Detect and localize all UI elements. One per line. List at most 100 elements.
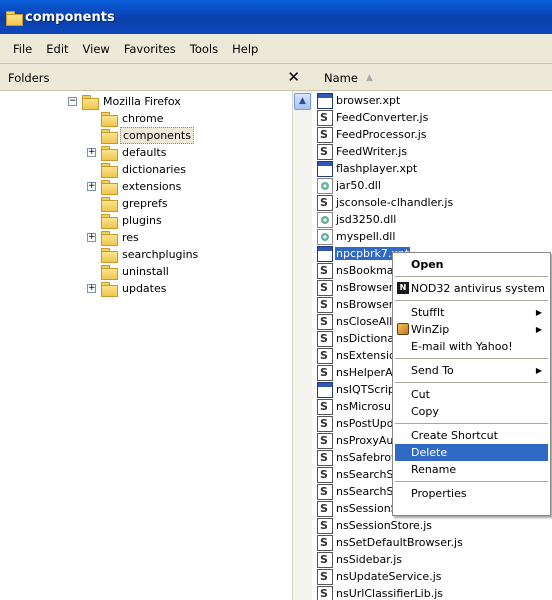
tree-item[interactable]: − Mozilla Firefox (68, 93, 183, 110)
menu-item-label: NOD32 antivirus system (411, 282, 545, 295)
script-icon (317, 262, 333, 279)
tree-item[interactable]: uninstall (101, 263, 171, 280)
file-row[interactable]: nsExtension (317, 347, 404, 364)
winzip-icon (397, 323, 409, 335)
menu-item-label: Send To (411, 364, 454, 377)
file-row[interactable]: nsSafebrow (317, 449, 401, 466)
file-row[interactable]: FeedConverter.js (317, 109, 429, 126)
tree-item[interactable]: + extensions (87, 178, 183, 195)
scroll-up-icon[interactable]: ▲ (294, 93, 311, 110)
file-row[interactable]: nsProxyAut (317, 432, 399, 449)
menu-item-label: Rename (411, 463, 457, 476)
file-row[interactable]: nsBrowserG (317, 296, 403, 313)
expand-icon[interactable]: + (87, 148, 96, 157)
script-icon (317, 109, 333, 126)
script-icon (317, 449, 333, 466)
menu-item-nod32-antivirus-system[interactable]: N NOD32 antivirus system (395, 280, 548, 297)
tree-scrollbar[interactable]: ▲ (292, 91, 312, 600)
file-row[interactable]: nsUpdateService.js (317, 568, 442, 585)
file-row[interactable]: jsd3250.dll (317, 211, 397, 228)
menu-view[interactable]: View (76, 42, 117, 56)
file-row[interactable]: nsUrlClassifierLib.js (317, 585, 444, 600)
tree-item[interactable]: components (101, 127, 194, 144)
file-row[interactable]: FeedProcessor.js (317, 126, 428, 143)
menu-item-stuffit[interactable]: StuffIt ▶ (395, 304, 548, 321)
script-icon (317, 398, 333, 415)
menu-favorites[interactable]: Favorites (117, 42, 183, 56)
file-row[interactable]: flashplayer.xpt (317, 160, 418, 177)
menu-item-send-to[interactable]: Send To ▶ (395, 362, 548, 379)
tree-item-label: plugins (122, 214, 162, 227)
menu-item-winzip[interactable]: WinZip ▶ (395, 321, 548, 338)
title-bar[interactable]: components (0, 0, 552, 34)
tree-item[interactable]: + res (87, 229, 141, 246)
tree-item[interactable]: + updates (87, 280, 169, 297)
file-row[interactable]: jar50.dll (317, 177, 382, 194)
expand-icon[interactable]: + (87, 284, 96, 293)
folder-icon (6, 10, 23, 26)
file-row[interactable]: jsconsole-clhandler.js (317, 194, 454, 211)
expand-icon[interactable]: + (87, 182, 96, 191)
folder-icon (101, 265, 118, 280)
menu-item-delete[interactable]: Delete (395, 444, 548, 461)
menu-file[interactable]: File (6, 42, 39, 56)
tree-item-label: uninstall (122, 265, 169, 278)
file-row[interactable]: nsSearchSe (317, 466, 401, 483)
file-row[interactable]: nsSidebar.js (317, 551, 403, 568)
file-row[interactable]: nsSessionStore.js (317, 517, 433, 534)
file-row[interactable]: nsMicrosum (317, 398, 403, 415)
menu-item-label: Open (411, 258, 444, 271)
script-icon (317, 534, 333, 551)
file-row[interactable]: nsSetDefaultBrowser.js (317, 534, 464, 551)
menu-tools[interactable]: Tools (183, 42, 225, 56)
expand-icon[interactable]: + (87, 233, 96, 242)
menu-item-properties[interactable]: Properties (395, 485, 548, 502)
menu-item-label: WinZip (411, 323, 450, 336)
folder-icon (101, 231, 118, 246)
script-icon (317, 500, 333, 517)
menu-bar: File Edit View Favorites Tools Help (0, 34, 552, 64)
file-row[interactable]: nsSessionSt (317, 500, 403, 517)
file-name: nsUpdateService.js (336, 570, 442, 583)
close-folders-icon[interactable]: ✕ (287, 68, 300, 86)
tree-item[interactable]: chrome (101, 110, 166, 127)
file-row[interactable]: FeedWriter.js (317, 143, 408, 160)
file-row[interactable]: nsBrowserC (317, 279, 402, 296)
script-icon (317, 347, 333, 364)
script-icon (317, 279, 333, 296)
menu-item-rename[interactable]: Rename (395, 461, 548, 478)
tree-item[interactable]: dictionaries (101, 161, 188, 178)
script-icon (317, 568, 333, 585)
window-icon (317, 381, 333, 398)
file-row[interactable]: myspell.dll (317, 228, 396, 245)
file-name: jsd3250.dll (336, 213, 397, 226)
script-icon (317, 194, 333, 211)
gear-icon (317, 228, 333, 245)
file-row[interactable]: nsSearchSu (317, 483, 401, 500)
menu-item-cut[interactable]: Cut (395, 386, 548, 403)
file-name: browser.xpt (336, 94, 401, 107)
file-row[interactable]: nsIQTScript (317, 381, 400, 398)
name-column-header[interactable]: Name ▲ (312, 65, 552, 91)
menu-item-e-mail-with-yahoo[interactable]: E-mail with Yahoo! (395, 338, 548, 355)
folder-icon (82, 95, 99, 110)
menu-item-open[interactable]: Open (395, 256, 548, 273)
tree-item[interactable]: greprefs (101, 195, 170, 212)
collapse-icon[interactable]: − (68, 97, 77, 106)
tree-item[interactable]: + defaults (87, 144, 168, 161)
file-row[interactable]: nsPostUpda (317, 415, 401, 432)
file-row[interactable]: browser.xpt (317, 92, 401, 109)
menu-edit[interactable]: Edit (39, 42, 75, 56)
folder-icon (101, 129, 118, 144)
file-name: nsSidebar.js (336, 553, 403, 566)
tree-item[interactable]: searchplugins (101, 246, 200, 263)
menu-item-copy[interactable]: Copy (395, 403, 548, 420)
folder-icon (101, 180, 118, 195)
script-icon (317, 126, 333, 143)
file-name: FeedConverter.js (336, 111, 429, 124)
tree-item[interactable]: plugins (101, 212, 164, 229)
gear-icon (317, 177, 333, 194)
menu-help[interactable]: Help (225, 42, 265, 56)
folder-icon (101, 163, 118, 178)
menu-item-create-shortcut[interactable]: Create Shortcut (395, 427, 548, 444)
